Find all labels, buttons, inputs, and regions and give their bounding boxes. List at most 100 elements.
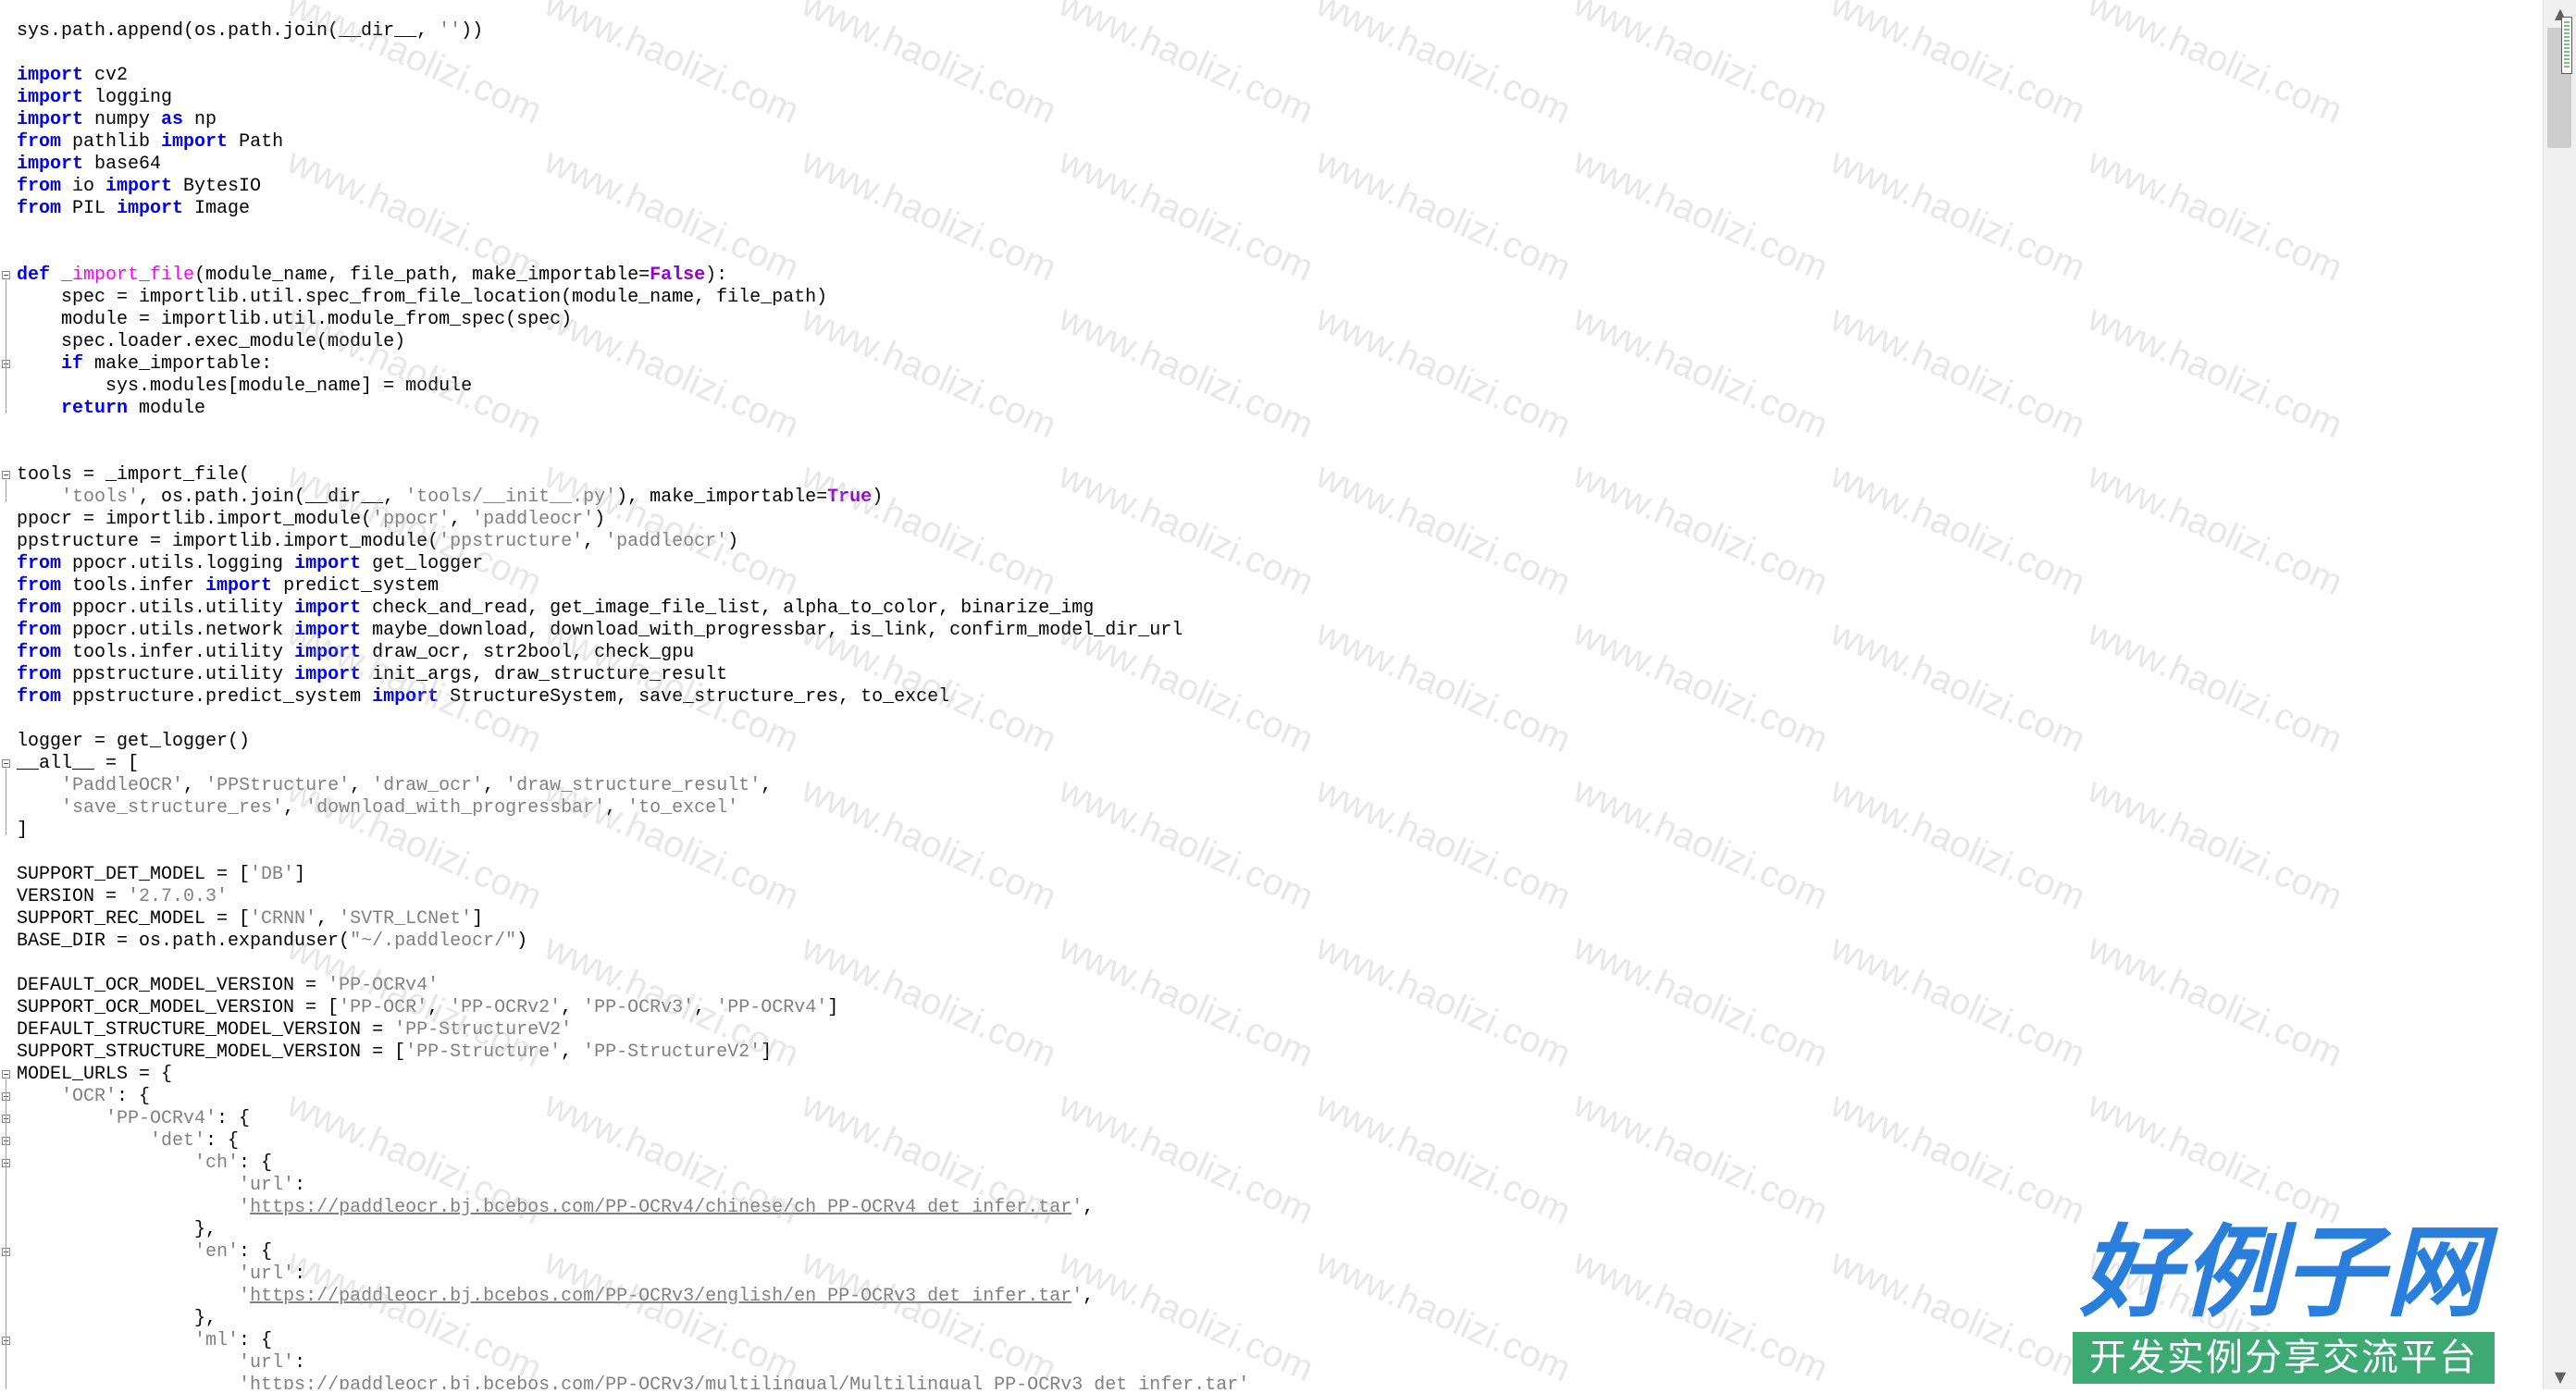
code-line[interactable]: from PIL import Image [17,198,1249,220]
code-line[interactable]: 'url': [17,1352,1249,1375]
code-line[interactable]: from io import BytesIO [17,176,1249,198]
code-line[interactable]: }, [17,1308,1249,1330]
code-line[interactable] [17,43,1249,65]
code-line[interactable]: def _import_file(module_name, file_path,… [17,265,1249,287]
code-editor[interactable]: sys.path.append(os.path.join(__dir__, ''… [0,0,2543,1389]
code-line[interactable]: if make_importable: [17,353,1249,376]
code-line[interactable]: SUPPORT_DET_MODEL = ['DB'] [17,864,1249,886]
code-token: , [483,775,506,796]
code-line[interactable]: from ppocr.utils.network import maybe_do… [17,620,1249,642]
watermark: www.haolizi.com [2082,0,2349,132]
code-token: , [183,775,206,796]
code-line[interactable]: from pathlib import Path [17,131,1249,154]
code-line[interactable]: from tools.infer import predict_system [17,575,1249,598]
code-token-str: 'PP-Structure' [405,1042,562,1063]
code-line[interactable]: ppocr = importlib.import_module('ppocr',… [17,509,1249,531]
code-line[interactable]: BASE_DIR = os.path.expanduser("~/.paddle… [17,931,1249,953]
code-line[interactable]: 'save_structure_res', 'download_with_pro… [17,797,1249,820]
code-line[interactable] [17,242,1249,265]
code-line[interactable]: 'https://paddleocr.bj.bcebos.com/PP-OCRv… [17,1286,1249,1308]
watermark: www.haolizi.com [1310,926,1578,1076]
code-token: SUPPORT_REC_MODEL = [ [17,908,251,930]
code-line[interactable]: 'PaddleOCR', 'PPStructure', 'draw_ocr', … [17,775,1249,797]
code-line[interactable]: MODEL_URLS = { [17,1064,1249,1086]
code-line[interactable] [17,842,1249,864]
code-line[interactable]: 'https://paddleocr.bj.bcebos.com/PP-OCRv… [17,1375,1249,1389]
code-line[interactable]: import numpy as np [17,109,1249,131]
code-line[interactable]: 'PP-OCRv4': { [17,1108,1249,1130]
code-line[interactable]: from ppstructure.utility import init_arg… [17,664,1249,686]
code-token-kw: import [117,198,184,219]
code-token-kw: if [61,353,84,375]
code-line[interactable]: sys.modules[module_name] = module [17,376,1249,398]
code-line[interactable]: sys.path.append(os.path.join(__dir__, ''… [17,20,1249,43]
code-line[interactable]: spec.loader.exec_module(module) [17,331,1249,353]
fold-toggle[interactable] [2,1070,10,1079]
fold-toggle[interactable] [2,471,10,479]
code-token-str: 'url' [239,1352,295,1374]
vertical-scrollbar[interactable]: ▲ ▼ [2543,0,2576,1389]
code-line[interactable]: import base64 [17,154,1249,176]
code-line[interactable]: DEFAULT_STRUCTURE_MODEL_VERSION = 'PP-St… [17,1019,1249,1042]
code-line[interactable]: tools = _import_file( [17,464,1249,487]
code-line[interactable]: 'ch': { [17,1153,1249,1175]
code-line[interactable]: __all__ = [ [17,753,1249,775]
fold-toggle[interactable] [2,759,10,768]
code-line[interactable]: 'det': { [17,1130,1249,1153]
code-token-str: 'PP-OCRv4' [716,997,828,1018]
code-line[interactable]: from ppocr.utils.logging import get_logg… [17,553,1249,575]
code-line[interactable] [17,442,1249,464]
code-token: : [294,1352,306,1374]
code-token-str: '2.7.0.3' [128,886,229,907]
code-line[interactable]: from ppocr.utils.utility import check_an… [17,598,1249,620]
code-line[interactable]: 'ml': { [17,1330,1249,1352]
code-line[interactable]: 'https://paddleocr.bj.bcebos.com/PP-OCRv… [17,1197,1249,1219]
code-token-str: ' [239,1197,251,1218]
code-token-kw: import [294,598,362,619]
code-token-url: https://paddleocr.bj.bcebos.com/PP-OCRv4… [250,1197,1072,1218]
code-line[interactable]: SUPPORT_STRUCTURE_MODEL_VERSION = ['PP-S… [17,1042,1249,1064]
code-line[interactable]: DEFAULT_OCR_MODEL_VERSION = 'PP-OCRv4' [17,975,1249,997]
code-line[interactable]: from ppstructure.predict_system import S… [17,686,1249,709]
code-line[interactable]: module = importlib.util.module_from_spec… [17,309,1249,331]
code-token-str: '' [439,20,462,42]
code-token-str: 'ppstructure' [439,531,584,552]
watermark: www.haolizi.com [1310,0,1578,132]
code-line[interactable] [17,953,1249,975]
code-line[interactable]: 'tools', os.path.join(__dir__, 'tools/__… [17,487,1249,509]
code-line[interactable] [17,420,1249,442]
chevron-down-icon[interactable]: ▼ [2544,1363,2576,1389]
code-line[interactable]: import logging [17,87,1249,109]
code-line[interactable]: SUPPORT_OCR_MODEL_VERSION = ['PP-OCR', '… [17,997,1249,1019]
code-token: module [128,398,206,419]
code-line[interactable]: SUPPORT_REC_MODEL = ['CRNN', 'SVTR_LCNet… [17,908,1249,931]
code-line[interactable]: ] [17,820,1249,842]
code-line[interactable]: VERSION = '2.7.0.3' [17,886,1249,908]
code-token-str: ' [1071,1286,1084,1307]
code-line[interactable]: return module [17,398,1249,420]
code-token: , [561,997,584,1018]
code-line[interactable] [17,709,1249,731]
code-line[interactable]: 'OCR': { [17,1086,1249,1108]
code-line[interactable]: 'en': { [17,1241,1249,1264]
code-line[interactable]: ppstructure = importlib.import_module('p… [17,531,1249,553]
code-line[interactable]: 'url': [17,1264,1249,1286]
document-map-marker[interactable] [2561,17,2572,74]
watermark: www.haolizi.com [1825,1083,2092,1233]
code-line[interactable]: logger = get_logger() [17,731,1249,753]
code-line[interactable]: import cv2 [17,65,1249,87]
code-text[interactable]: sys.path.append(os.path.join(__dir__, ''… [17,20,1249,1389]
fold-toggle[interactable] [2,271,10,279]
code-line[interactable]: spec = importlib.util.spec_from_file_loc… [17,287,1249,309]
code-token-str: 'PP-OCRv3' [583,997,695,1018]
code-token-str: 'to_excel' [627,797,739,819]
watermark: www.haolizi.com [1825,0,2092,132]
code-line[interactable]: }, [17,1219,1249,1241]
code-token: VERSION = [17,886,129,907]
code-line[interactable]: 'url': [17,1175,1249,1197]
code-line[interactable]: from tools.infer.utility import draw_ocr… [17,642,1249,664]
code-token-str: 'url' [239,1175,295,1196]
code-line[interactable] [17,220,1249,242]
